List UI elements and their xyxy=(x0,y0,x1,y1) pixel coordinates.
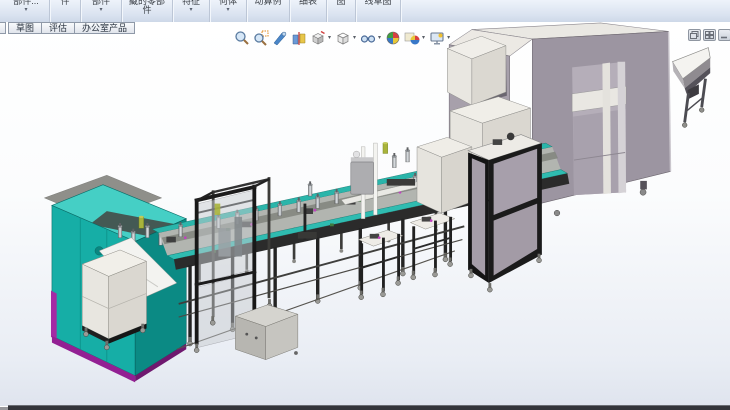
hide-show-items-icon[interactable] xyxy=(359,29,376,46)
chevron-down-icon[interactable]: ▾ xyxy=(99,7,102,14)
tab-evaluate[interactable]: 评估 xyxy=(41,22,75,34)
view-settings-icon[interactable] xyxy=(428,29,445,46)
model-canvas[interactable] xyxy=(0,22,730,406)
ribbon-separator xyxy=(326,0,327,23)
ribbon-separator xyxy=(121,0,122,23)
ribbon-separator xyxy=(246,0,247,23)
tab-office-products[interactable]: 办公室产品 xyxy=(74,22,135,34)
taskbar-edge[interactable] xyxy=(8,405,730,410)
command-manager-tabs: 草图 评估 办公室产品 xyxy=(0,22,134,34)
ribbon-button-motion-study[interactable]: 动算例 xyxy=(250,0,286,6)
ribbon-button-mate[interactable]: 件 xyxy=(53,0,77,6)
ribbon-button-reference-geometry[interactable]: 何体 ▾ xyxy=(213,0,243,14)
edit-appearance-icon[interactable] xyxy=(384,29,401,46)
ribbon-separator xyxy=(49,0,50,23)
tile-windows-icon[interactable] xyxy=(703,29,716,41)
zoom-to-area-icon[interactable] xyxy=(252,29,269,46)
zoom-to-fit-icon[interactable] xyxy=(233,29,250,46)
tab-sketch[interactable]: 草图 xyxy=(8,22,42,34)
chevron-down-icon[interactable]: ▾ xyxy=(353,34,356,41)
ribbon-separator xyxy=(80,0,81,23)
chevron-down-icon[interactable]: ▾ xyxy=(328,34,331,41)
restore-window-icon[interactable] xyxy=(688,29,701,41)
chevron-down-icon[interactable]: ▾ xyxy=(422,34,425,41)
ribbon-button-insert-component[interactable]: 部件... ▾ xyxy=(6,0,46,14)
tab-partial[interactable] xyxy=(0,22,6,34)
graphics-viewport[interactable]: ▾ ▾ ▾ ▾ ▾ xyxy=(0,22,730,406)
ribbon-button-assembly-features[interactable]: 特征 ▾ xyxy=(176,0,206,14)
chevron-down-icon[interactable]: ▾ xyxy=(226,7,229,14)
ribbon-separator xyxy=(172,0,173,23)
display-style-icon[interactable] xyxy=(334,29,351,46)
ribbon-button-show-hidden-components[interactable]: 藏的零部件 xyxy=(125,0,169,15)
ribbon-separator xyxy=(209,0,210,23)
apply-scene-icon[interactable] xyxy=(403,29,420,46)
outfeed-conveyor[interactable] xyxy=(672,48,710,128)
dark-framed-cabinet[interactable] xyxy=(468,133,542,292)
heads-up-view-toolbar: ▾ ▾ ▾ ▾ ▾ xyxy=(233,29,451,46)
ribbon-button-bill-of-materials[interactable]: 细表 xyxy=(293,0,323,6)
solidworks-window: 部件... ▾ 件 部件 ▾ 藏的零部件 特征 ▾ 何体 xyxy=(0,0,730,410)
view-orientation-icon[interactable] xyxy=(309,29,326,46)
ribbon-separator xyxy=(400,0,401,23)
minimize-window-icon[interactable] xyxy=(718,29,730,41)
chevron-down-icon[interactable]: ▾ xyxy=(378,34,381,41)
ribbon-separator xyxy=(355,0,356,23)
gray-junction-box[interactable] xyxy=(235,305,297,360)
ribbon-separator xyxy=(289,0,290,23)
ribbon-button-exploded-view[interactable]: 图 xyxy=(330,0,352,6)
section-view-icon[interactable] xyxy=(290,29,307,46)
chevron-down-icon[interactable]: ▾ xyxy=(24,7,27,14)
ribbon-button-explode-line-sketch[interactable]: 线草图 xyxy=(359,0,397,6)
document-window-controls xyxy=(688,29,730,41)
ribbon-bar: 部件... ▾ 件 部件 ▾ 藏的零部件 特征 ▾ 何体 xyxy=(0,0,730,23)
ribbon-button-move-component[interactable]: 部件 ▾ xyxy=(84,0,118,14)
chevron-down-icon[interactable]: ▾ xyxy=(447,34,450,41)
previous-view-icon[interactable] xyxy=(271,29,288,46)
chevron-down-icon[interactable]: ▾ xyxy=(189,7,192,14)
